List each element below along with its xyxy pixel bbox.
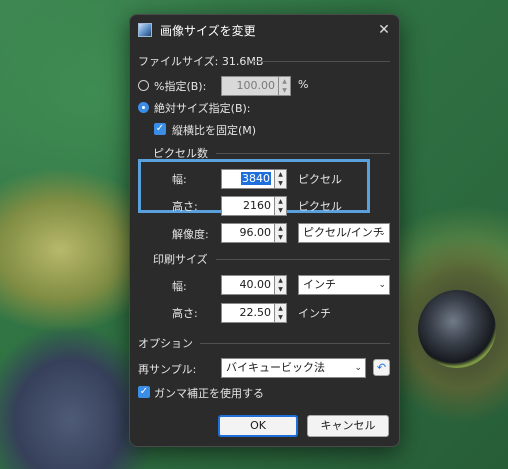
options-section-label: オプション — [138, 337, 193, 350]
print-width-stepper[interactable]: ▲ ▼ — [275, 275, 287, 295]
print-height-input[interactable]: 22.50 — [221, 303, 275, 323]
spin-up-icon[interactable]: ▲ — [275, 304, 286, 313]
dialog-title: 画像サイズを変更 — [160, 24, 256, 38]
print-height-unit: インチ — [298, 307, 331, 320]
pixel-height-label: 高さ: — [172, 200, 198, 213]
background-snake-eye — [418, 290, 496, 368]
spin-down-icon[interactable]: ▼ — [275, 313, 286, 322]
resolution-unit-select[interactable]: ピクセル/インチ ⌄ — [298, 223, 390, 243]
pixel-width-stepper[interactable]: ▲ ▼ — [275, 169, 287, 189]
file-size-label: ファイルサイズ: 31.6MB — [138, 55, 264, 68]
percent-stepper[interactable]: ▲ ▼ — [279, 76, 291, 96]
print-size-section-label: 印刷サイズ — [153, 253, 208, 266]
divider — [200, 343, 390, 344]
chevron-down-icon: ⌄ — [354, 363, 362, 373]
resolution-input[interactable]: 96.00 — [221, 223, 275, 243]
print-width-unit-select[interactable]: インチ ⌄ — [298, 275, 390, 295]
pixel-height-input[interactable]: 2160 — [221, 196, 275, 216]
spin-up-icon[interactable]: ▲ — [275, 276, 286, 285]
app-image-icon — [138, 23, 152, 37]
absolute-size-radio[interactable] — [138, 102, 149, 113]
pixel-height-unit: ピクセル — [298, 200, 342, 213]
print-height-stepper[interactable]: ▲ ▼ — [275, 303, 287, 323]
spin-up-icon[interactable]: ▲ — [275, 224, 286, 233]
title-bar[interactable]: 画像サイズを変更 ✕ — [130, 15, 399, 45]
chevron-down-icon: ⌄ — [378, 228, 386, 238]
resample-select[interactable]: バイキュービック法 ⌄ — [221, 358, 366, 378]
chevron-down-icon: ⌄ — [378, 280, 386, 290]
pixel-width-value: 3840 — [241, 172, 271, 185]
spin-down-icon[interactable]: ▼ — [279, 86, 290, 95]
divider — [216, 153, 390, 154]
print-height-label: 高さ: — [172, 307, 198, 320]
divider — [252, 61, 390, 62]
resize-image-dialog: 画像サイズを変更 ✕ ファイルサイズ: 31.6MB %指定(B): 100.0… — [129, 14, 400, 447]
spin-up-icon[interactable]: ▲ — [275, 197, 286, 206]
resample-value: バイキュービック法 — [226, 361, 325, 374]
spin-down-icon[interactable]: ▼ — [275, 285, 286, 294]
resample-label: 再サンプル: — [138, 363, 197, 376]
percent-unit: % — [298, 78, 309, 91]
divider — [216, 259, 390, 260]
spin-down-icon[interactable]: ▼ — [275, 206, 286, 215]
cancel-button[interactable]: キャンセル — [307, 415, 389, 437]
pixel-height-stepper[interactable]: ▲ ▼ — [275, 196, 287, 216]
resolution-stepper[interactable]: ▲ ▼ — [275, 223, 287, 243]
ok-button[interactable]: OK — [218, 415, 298, 437]
gamma-label: ガンマ補正を使用する — [154, 387, 264, 400]
print-width-label: 幅: — [172, 280, 187, 293]
print-width-input[interactable]: 40.00 — [221, 275, 275, 295]
spin-up-icon[interactable]: ▲ — [275, 170, 286, 179]
percent-label: %指定(B): — [154, 80, 207, 93]
spin-down-icon[interactable]: ▼ — [275, 233, 286, 242]
keep-ratio-label: 縦横比を固定(M) — [172, 124, 257, 137]
print-width-unit-value: インチ — [303, 278, 336, 291]
spin-down-icon[interactable]: ▼ — [275, 179, 286, 188]
pixel-width-label: 幅: — [172, 173, 187, 186]
resolution-unit-value: ピクセル/インチ — [303, 226, 384, 239]
percent-radio[interactable] — [138, 80, 149, 91]
close-icon[interactable]: ✕ — [374, 20, 394, 40]
pixel-width-unit: ピクセル — [298, 173, 342, 186]
gamma-checkbox[interactable]: ✓ — [138, 386, 150, 398]
percent-input[interactable]: 100.00 — [221, 76, 279, 96]
keep-ratio-checkbox[interactable]: ✓ — [154, 123, 166, 135]
pixel-width-input[interactable]: 3840 — [221, 169, 275, 189]
resolution-label: 解像度: — [172, 228, 209, 241]
absolute-size-label: 絶対サイズ指定(B): — [154, 102, 251, 115]
spin-up-icon[interactable]: ▲ — [279, 77, 290, 86]
reset-icon[interactable]: ↶ — [373, 359, 390, 376]
